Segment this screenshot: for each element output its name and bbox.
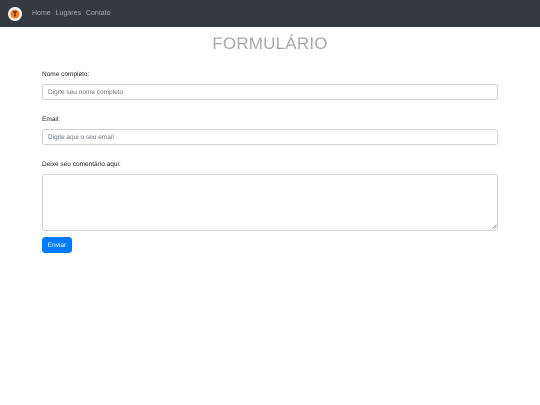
nav-link-contato[interactable]: Contato — [86, 10, 111, 17]
name-input[interactable] — [42, 84, 498, 100]
comment-label: Deixe seu comentário aqui: — [42, 161, 121, 168]
resize-handle-icon[interactable] — [492, 224, 497, 229]
nav-link-lugares[interactable]: Lugares — [56, 10, 81, 17]
navbar-brand-logo[interactable] — [8, 6, 22, 21]
page-title: FORMULÁRIO — [212, 34, 328, 53]
email-label: Email: — [42, 116, 61, 123]
navbar: Home Lugares Contato — [0, 0, 540, 27]
submit-button[interactable]: Enviar — [42, 237, 72, 253]
orange-logo-icon — [10, 9, 20, 18]
nav-link-home[interactable]: Home — [32, 10, 51, 17]
name-label: Nome completo: — [42, 71, 90, 78]
comment-textarea[interactable] — [42, 174, 498, 231]
email-input[interactable] — [42, 129, 498, 145]
